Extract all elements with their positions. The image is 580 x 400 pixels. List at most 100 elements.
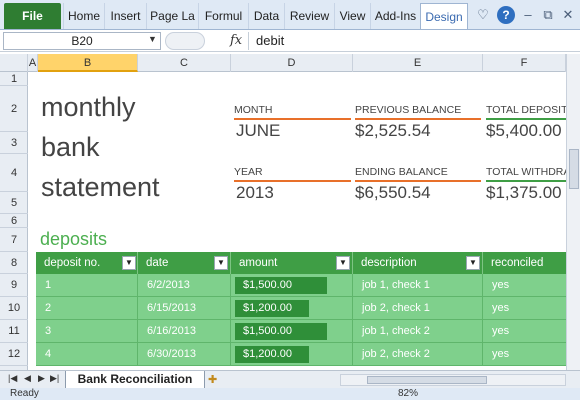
year-underline xyxy=(234,180,351,182)
deposits-section-title: deposits xyxy=(40,229,108,249)
prev-sheet-arrow-icon[interactable]: ◀ xyxy=(24,373,31,384)
tab-formulas[interactable]: Formul xyxy=(198,3,248,29)
header-label: description xyxy=(361,257,417,269)
row-header-10[interactable]: 10 xyxy=(0,297,28,320)
file-tab[interactable]: File xyxy=(4,3,61,29)
filter-dropdown-icon[interactable]: ▼ xyxy=(122,256,136,270)
column-header-b[interactable]: B xyxy=(38,54,138,72)
row-header-1[interactable]: 1 xyxy=(0,72,28,86)
description-cell[interactable]: job 1, check 1 xyxy=(353,274,483,297)
deposit-no-cell[interactable]: 1 xyxy=(36,274,138,297)
header-reconciled: reconciled xyxy=(483,252,566,274)
description-cell[interactable]: job 2, check 2 xyxy=(353,343,483,366)
reconciled-cell[interactable]: yes xyxy=(483,320,566,343)
insert-function-icon[interactable]: fx xyxy=(230,33,242,48)
amount-value: $1,500.00 xyxy=(243,325,292,337)
formula-input[interactable]: debit xyxy=(256,33,284,48)
row-header-5[interactable]: 5 xyxy=(0,192,28,214)
last-sheet-arrow-icon[interactable]: ▶| xyxy=(50,373,59,384)
filter-dropdown-icon[interactable]: ▼ xyxy=(214,256,228,270)
amount-cell[interactable]: $1,500.00 xyxy=(231,320,353,343)
table-row[interactable]: 1 6/2/2013 $1,500.00 job 1, check 1 yes xyxy=(36,274,566,297)
date-cell[interactable]: 6/15/2013 xyxy=(138,297,231,320)
tab-page-layout[interactable]: Page La xyxy=(146,3,198,29)
statement-title-line-2: bank xyxy=(41,132,100,162)
total-withdrawals-value[interactable]: $1,375.00 xyxy=(486,183,562,203)
select-all-corner[interactable] xyxy=(0,54,28,72)
help-icon[interactable]: ? xyxy=(497,6,515,24)
reconciled-cell[interactable]: yes xyxy=(483,274,566,297)
tab-view[interactable]: View xyxy=(334,3,370,29)
table-row[interactable]: 4 6/30/2013 $1,200.00 job 2, check 2 yes xyxy=(36,343,566,366)
deposit-no-cell[interactable]: 3 xyxy=(36,320,138,343)
ending-balance-label: ENDING BALANCE xyxy=(355,166,448,178)
amount-value: $1,500.00 xyxy=(243,279,292,291)
vertical-scrollbar[interactable] xyxy=(566,54,580,370)
tab-add-ins[interactable]: Add-Ins xyxy=(370,3,420,29)
deposits-table-header: deposit no. ▼ date ▼ amount ▼ descriptio… xyxy=(36,252,566,274)
name-box[interactable]: B20 xyxy=(3,32,161,50)
row-header-2[interactable]: 2 xyxy=(0,86,28,132)
row-header-8[interactable]: 8 xyxy=(0,252,28,274)
filter-dropdown-icon[interactable]: ▼ xyxy=(466,256,480,270)
date-cell[interactable]: 6/16/2013 xyxy=(138,320,231,343)
deposit-no-cell[interactable]: 4 xyxy=(36,343,138,366)
tab-review[interactable]: Review xyxy=(284,3,334,29)
date-cell[interactable]: 6/30/2013 xyxy=(138,343,231,366)
sheet-tab-bank-reconciliation[interactable]: Bank Reconciliation xyxy=(65,371,205,389)
worksheet[interactable]: monthly bank statement MONTH JUNE PREVIO… xyxy=(28,72,566,370)
reconciled-cell[interactable]: yes xyxy=(483,343,566,366)
description-cell[interactable]: job 2, check 1 xyxy=(353,297,483,320)
statement-title-line-3: statement xyxy=(41,172,160,202)
row-header-12[interactable]: 12 xyxy=(0,343,28,366)
row-header-6[interactable]: 6 xyxy=(0,214,28,228)
column-header-f[interactable]: F xyxy=(483,54,566,72)
next-sheet-arrow-icon[interactable]: ▶ xyxy=(38,373,45,384)
formula-expand-control[interactable] xyxy=(165,32,205,50)
row-headers: 1 2 3 4 5 6 7 8 9 10 11 12 xyxy=(0,72,28,370)
total-deposits-value[interactable]: $5,400.00 xyxy=(486,121,562,141)
restore-icon[interactable]: ⧉ xyxy=(539,6,557,24)
column-header-a[interactable]: A xyxy=(28,54,38,72)
column-header-d[interactable]: D xyxy=(231,54,353,72)
row-header-4[interactable]: 4 xyxy=(0,154,28,192)
row-header-7[interactable]: 7 xyxy=(0,228,28,252)
month-value[interactable]: JUNE xyxy=(236,121,280,141)
table-row[interactable]: 2 6/15/2013 $1,200.00 job 2, check 1 yes xyxy=(36,297,566,320)
horizontal-scrollbar[interactable] xyxy=(340,374,566,386)
tab-design[interactable]: Design xyxy=(420,3,468,29)
tab-insert[interactable]: Insert xyxy=(104,3,146,29)
zoom-level[interactable]: 82% xyxy=(398,388,418,400)
first-sheet-arrow-icon[interactable]: |◀ xyxy=(8,373,17,384)
minimize-icon[interactable]: – xyxy=(519,6,537,24)
table-row[interactable]: 3 6/16/2013 $1,500.00 job 1, check 2 yes xyxy=(36,320,566,343)
vertical-scroll-thumb[interactable] xyxy=(569,149,579,189)
amount-cell[interactable]: $1,500.00 xyxy=(231,274,353,297)
tab-home[interactable]: Home xyxy=(63,3,104,29)
close-icon[interactable]: ✕ xyxy=(559,6,577,24)
amount-cell[interactable]: $1,200.00 xyxy=(231,297,353,320)
filter-dropdown-icon[interactable]: ▼ xyxy=(336,256,350,270)
chevron-down-icon[interactable]: ▼ xyxy=(148,34,157,44)
amount-value: $1,200.00 xyxy=(243,302,292,314)
insert-sheet-icon[interactable]: ✚ xyxy=(208,373,217,386)
collapse-ribbon-icon[interactable]: ♡ xyxy=(474,6,492,24)
row-header-11[interactable]: 11 xyxy=(0,320,28,343)
tab-data[interactable]: Data xyxy=(248,3,284,29)
row-header-3[interactable]: 3 xyxy=(0,132,28,154)
ending-balance-value[interactable]: $6,550.54 xyxy=(355,183,431,203)
row-header-9[interactable]: 9 xyxy=(0,274,28,297)
status-text: Ready xyxy=(10,388,39,399)
previous-balance-value[interactable]: $2,525.54 xyxy=(355,121,431,141)
statement-title-line-1: monthly xyxy=(41,92,136,122)
column-header-e[interactable]: E xyxy=(353,54,483,72)
year-value[interactable]: 2013 xyxy=(236,183,274,203)
description-cell[interactable]: job 1, check 2 xyxy=(353,320,483,343)
month-label: MONTH xyxy=(234,104,273,116)
reconciled-cell[interactable]: yes xyxy=(483,297,566,320)
deposit-no-cell[interactable]: 2 xyxy=(36,297,138,320)
column-header-c[interactable]: C xyxy=(138,54,231,72)
date-cell[interactable]: 6/2/2013 xyxy=(138,274,231,297)
amount-cell[interactable]: $1,200.00 xyxy=(231,343,353,366)
horizontal-scroll-thumb[interactable] xyxy=(367,376,487,384)
